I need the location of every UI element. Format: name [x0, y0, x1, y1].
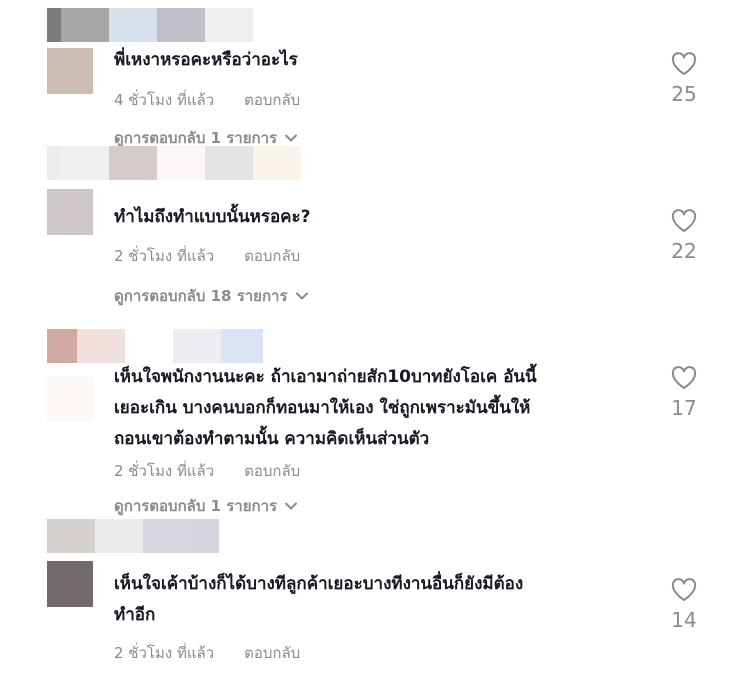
like-count: 14 — [671, 608, 697, 632]
comment-timestamp: 2 ชั่วโมง ที่แล้ว — [114, 247, 215, 265]
chevron-down-icon — [285, 134, 298, 142]
blurred-username — [47, 8, 253, 42]
heart-outline-icon — [671, 366, 697, 389]
like-count: 17 — [671, 396, 697, 420]
comment-text: เห็นใจเค้าบ้างก็ได้บางทีลูกค้าเยอะบางทีง… — [114, 574, 524, 625]
like-button[interactable]: 14 — [660, 578, 708, 632]
blurred-username — [47, 329, 263, 363]
view-replies-label: ดูการตอบกลับ 18 รายการ — [114, 287, 288, 305]
comment-meta: 4 ชั่วโมง ที่แล้ว ตอบกลับ — [114, 88, 300, 112]
chevron-down-icon — [285, 502, 298, 510]
reply-button[interactable]: ตอบกลับ — [244, 88, 300, 112]
comment-timestamp: 2 ชั่วโมง ที่แล้ว — [114, 462, 215, 480]
like-count: 25 — [671, 82, 697, 106]
comment-meta: 2 ชั่วโมง ที่แล้ว ตอบกลับ — [114, 459, 300, 483]
comment-timestamp: 2 ชั่วโมง ที่แล้ว — [114, 644, 215, 662]
comment-meta: 2 ชั่วโมง ที่แล้ว ตอบกลับ — [114, 244, 300, 268]
comment-text: ทำไมถึงทำแบบนั้นหรอคะ? — [114, 207, 311, 227]
avatar[interactable] — [47, 48, 93, 94]
avatar[interactable] — [47, 561, 93, 607]
comment-meta: 2 ชั่วโมง ที่แล้ว ตอบกลับ — [114, 641, 300, 665]
heart-outline-icon — [671, 52, 697, 75]
chevron-down-icon — [295, 292, 308, 300]
reply-button[interactable]: ตอบกลับ — [244, 641, 300, 665]
heart-outline-icon — [671, 578, 697, 601]
blurred-username — [47, 519, 219, 553]
like-button[interactable]: 25 — [660, 52, 708, 106]
reply-button[interactable]: ตอบกลับ — [244, 459, 300, 483]
view-replies-label: ดูการตอบกลับ 1 รายการ — [114, 497, 278, 515]
reply-button[interactable]: ตอบกลับ — [244, 244, 300, 268]
view-replies-button[interactable]: ดูการตอบกลับ 1 รายการ — [114, 494, 298, 518]
blurred-username — [47, 146, 301, 180]
view-replies-button[interactable]: ดูการตอบกลับ 18 รายการ — [114, 284, 308, 308]
like-count: 22 — [671, 239, 697, 263]
avatar[interactable] — [47, 189, 93, 235]
like-button[interactable]: 22 — [660, 209, 708, 263]
like-button[interactable]: 17 — [660, 366, 708, 420]
avatar[interactable] — [47, 376, 93, 422]
comment-text: พี่เหงาหรอคะหรือว่าอะไร — [114, 50, 298, 70]
heart-outline-icon — [671, 209, 697, 232]
comment-timestamp: 4 ชั่วโมง ที่แล้ว — [114, 91, 215, 109]
comment-text: เห็นใจพนักงานนะคะ ถ้าเอามาถ่ายสัก10บาทยั… — [114, 367, 537, 449]
